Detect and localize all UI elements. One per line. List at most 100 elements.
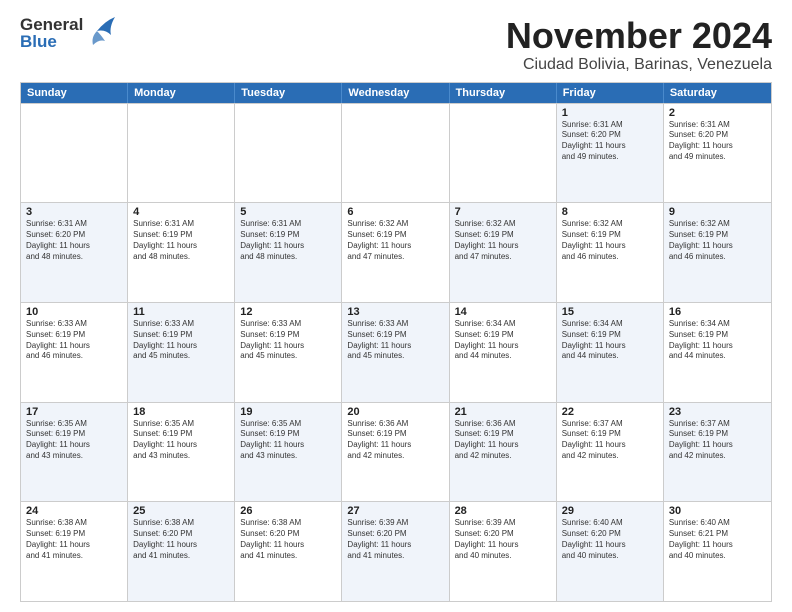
calendar-day-5: 5Sunrise: 6:31 AM Sunset: 6:19 PM Daylig… [235,203,342,302]
title-block: November 2024 Ciudad Bolivia, Barinas, V… [506,16,772,74]
empty-cell [235,104,342,203]
calendar-day-29: 29Sunrise: 6:40 AM Sunset: 6:20 PM Dayli… [557,502,664,601]
day-number: 16 [669,306,766,318]
month-title: November 2024 [506,16,772,56]
day-info: Sunrise: 6:31 AM Sunset: 6:20 PM Dayligh… [562,120,658,163]
logo-bird-icon [87,13,117,49]
day-info: Sunrise: 6:36 AM Sunset: 6:19 PM Dayligh… [455,419,551,462]
calendar-week-1: 1Sunrise: 6:31 AM Sunset: 6:20 PM Daylig… [21,103,771,203]
calendar-day-23: 23Sunrise: 6:37 AM Sunset: 6:19 PM Dayli… [664,403,771,502]
day-number: 8 [562,206,658,218]
day-number: 24 [26,505,122,517]
header-day-sunday: Sunday [21,83,128,103]
calendar-day-12: 12Sunrise: 6:33 AM Sunset: 6:19 PM Dayli… [235,303,342,402]
day-number: 17 [26,406,122,418]
calendar-week-4: 17Sunrise: 6:35 AM Sunset: 6:19 PM Dayli… [21,402,771,502]
day-info: Sunrise: 6:39 AM Sunset: 6:20 PM Dayligh… [455,518,551,561]
day-info: Sunrise: 6:34 AM Sunset: 6:19 PM Dayligh… [669,319,766,362]
calendar-day-13: 13Sunrise: 6:33 AM Sunset: 6:19 PM Dayli… [342,303,449,402]
day-info: Sunrise: 6:31 AM Sunset: 6:20 PM Dayligh… [669,120,766,163]
calendar-day-1: 1Sunrise: 6:31 AM Sunset: 6:20 PM Daylig… [557,104,664,203]
day-number: 3 [26,206,122,218]
calendar-day-16: 16Sunrise: 6:34 AM Sunset: 6:19 PM Dayli… [664,303,771,402]
calendar-week-5: 24Sunrise: 6:38 AM Sunset: 6:19 PM Dayli… [21,501,771,601]
day-info: Sunrise: 6:33 AM Sunset: 6:19 PM Dayligh… [26,319,122,362]
calendar-day-30: 30Sunrise: 6:40 AM Sunset: 6:21 PM Dayli… [664,502,771,601]
day-number: 21 [455,406,551,418]
day-number: 9 [669,206,766,218]
logo-blue: Blue [20,33,83,50]
calendar-day-2: 2Sunrise: 6:31 AM Sunset: 6:20 PM Daylig… [664,104,771,203]
day-info: Sunrise: 6:31 AM Sunset: 6:19 PM Dayligh… [133,219,229,262]
header-day-tuesday: Tuesday [235,83,342,103]
day-number: 7 [455,206,551,218]
day-info: Sunrise: 6:38 AM Sunset: 6:19 PM Dayligh… [26,518,122,561]
day-info: Sunrise: 6:32 AM Sunset: 6:19 PM Dayligh… [562,219,658,262]
day-number: 20 [347,406,443,418]
day-info: Sunrise: 6:40 AM Sunset: 6:21 PM Dayligh… [669,518,766,561]
day-number: 26 [240,505,336,517]
day-info: Sunrise: 6:31 AM Sunset: 6:20 PM Dayligh… [26,219,122,262]
day-number: 1 [562,107,658,119]
calendar-day-8: 8Sunrise: 6:32 AM Sunset: 6:19 PM Daylig… [557,203,664,302]
header-day-saturday: Saturday [664,83,771,103]
calendar-day-11: 11Sunrise: 6:33 AM Sunset: 6:19 PM Dayli… [128,303,235,402]
day-info: Sunrise: 6:32 AM Sunset: 6:19 PM Dayligh… [455,219,551,262]
day-info: Sunrise: 6:34 AM Sunset: 6:19 PM Dayligh… [455,319,551,362]
calendar-day-18: 18Sunrise: 6:35 AM Sunset: 6:19 PM Dayli… [128,403,235,502]
day-number: 2 [669,107,766,119]
day-number: 28 [455,505,551,517]
calendar-day-9: 9Sunrise: 6:32 AM Sunset: 6:19 PM Daylig… [664,203,771,302]
calendar-day-24: 24Sunrise: 6:38 AM Sunset: 6:19 PM Dayli… [21,502,128,601]
day-number: 6 [347,206,443,218]
day-number: 15 [562,306,658,318]
day-info: Sunrise: 6:31 AM Sunset: 6:19 PM Dayligh… [240,219,336,262]
page: General Blue November 2024 Ciudad Bolivi… [0,0,792,612]
day-info: Sunrise: 6:35 AM Sunset: 6:19 PM Dayligh… [26,419,122,462]
calendar-day-6: 6Sunrise: 6:32 AM Sunset: 6:19 PM Daylig… [342,203,449,302]
logo-general: General [20,16,83,33]
empty-cell [128,104,235,203]
day-info: Sunrise: 6:40 AM Sunset: 6:20 PM Dayligh… [562,518,658,561]
calendar-day-14: 14Sunrise: 6:34 AM Sunset: 6:19 PM Dayli… [450,303,557,402]
day-number: 11 [133,306,229,318]
header-day-wednesday: Wednesday [342,83,449,103]
calendar-day-22: 22Sunrise: 6:37 AM Sunset: 6:19 PM Dayli… [557,403,664,502]
day-number: 5 [240,206,336,218]
day-info: Sunrise: 6:33 AM Sunset: 6:19 PM Dayligh… [133,319,229,362]
day-info: Sunrise: 6:32 AM Sunset: 6:19 PM Dayligh… [669,219,766,262]
day-number: 30 [669,505,766,517]
calendar-week-3: 10Sunrise: 6:33 AM Sunset: 6:19 PM Dayli… [21,302,771,402]
header: General Blue November 2024 Ciudad Bolivi… [20,16,772,74]
calendar-day-4: 4Sunrise: 6:31 AM Sunset: 6:19 PM Daylig… [128,203,235,302]
day-number: 23 [669,406,766,418]
day-info: Sunrise: 6:33 AM Sunset: 6:19 PM Dayligh… [347,319,443,362]
day-number: 12 [240,306,336,318]
calendar-day-20: 20Sunrise: 6:36 AM Sunset: 6:19 PM Dayli… [342,403,449,502]
day-number: 19 [240,406,336,418]
calendar-day-21: 21Sunrise: 6:36 AM Sunset: 6:19 PM Dayli… [450,403,557,502]
empty-cell [342,104,449,203]
day-info: Sunrise: 6:38 AM Sunset: 6:20 PM Dayligh… [240,518,336,561]
header-day-monday: Monday [128,83,235,103]
calendar-day-28: 28Sunrise: 6:39 AM Sunset: 6:20 PM Dayli… [450,502,557,601]
day-number: 13 [347,306,443,318]
calendar-header: SundayMondayTuesdayWednesdayThursdayFrid… [21,83,771,103]
calendar-day-17: 17Sunrise: 6:35 AM Sunset: 6:19 PM Dayli… [21,403,128,502]
logo: General Blue [20,16,117,50]
calendar-week-2: 3Sunrise: 6:31 AM Sunset: 6:20 PM Daylig… [21,202,771,302]
day-info: Sunrise: 6:35 AM Sunset: 6:19 PM Dayligh… [133,419,229,462]
empty-cell [450,104,557,203]
calendar-day-15: 15Sunrise: 6:34 AM Sunset: 6:19 PM Dayli… [557,303,664,402]
day-info: Sunrise: 6:34 AM Sunset: 6:19 PM Dayligh… [562,319,658,362]
calendar: SundayMondayTuesdayWednesdayThursdayFrid… [20,82,772,602]
calendar-day-7: 7Sunrise: 6:32 AM Sunset: 6:19 PM Daylig… [450,203,557,302]
calendar-day-19: 19Sunrise: 6:35 AM Sunset: 6:19 PM Dayli… [235,403,342,502]
calendar-day-10: 10Sunrise: 6:33 AM Sunset: 6:19 PM Dayli… [21,303,128,402]
day-number: 18 [133,406,229,418]
day-number: 22 [562,406,658,418]
day-info: Sunrise: 6:33 AM Sunset: 6:19 PM Dayligh… [240,319,336,362]
day-number: 25 [133,505,229,517]
location: Ciudad Bolivia, Barinas, Venezuela [506,56,772,74]
calendar-day-27: 27Sunrise: 6:39 AM Sunset: 6:20 PM Dayli… [342,502,449,601]
